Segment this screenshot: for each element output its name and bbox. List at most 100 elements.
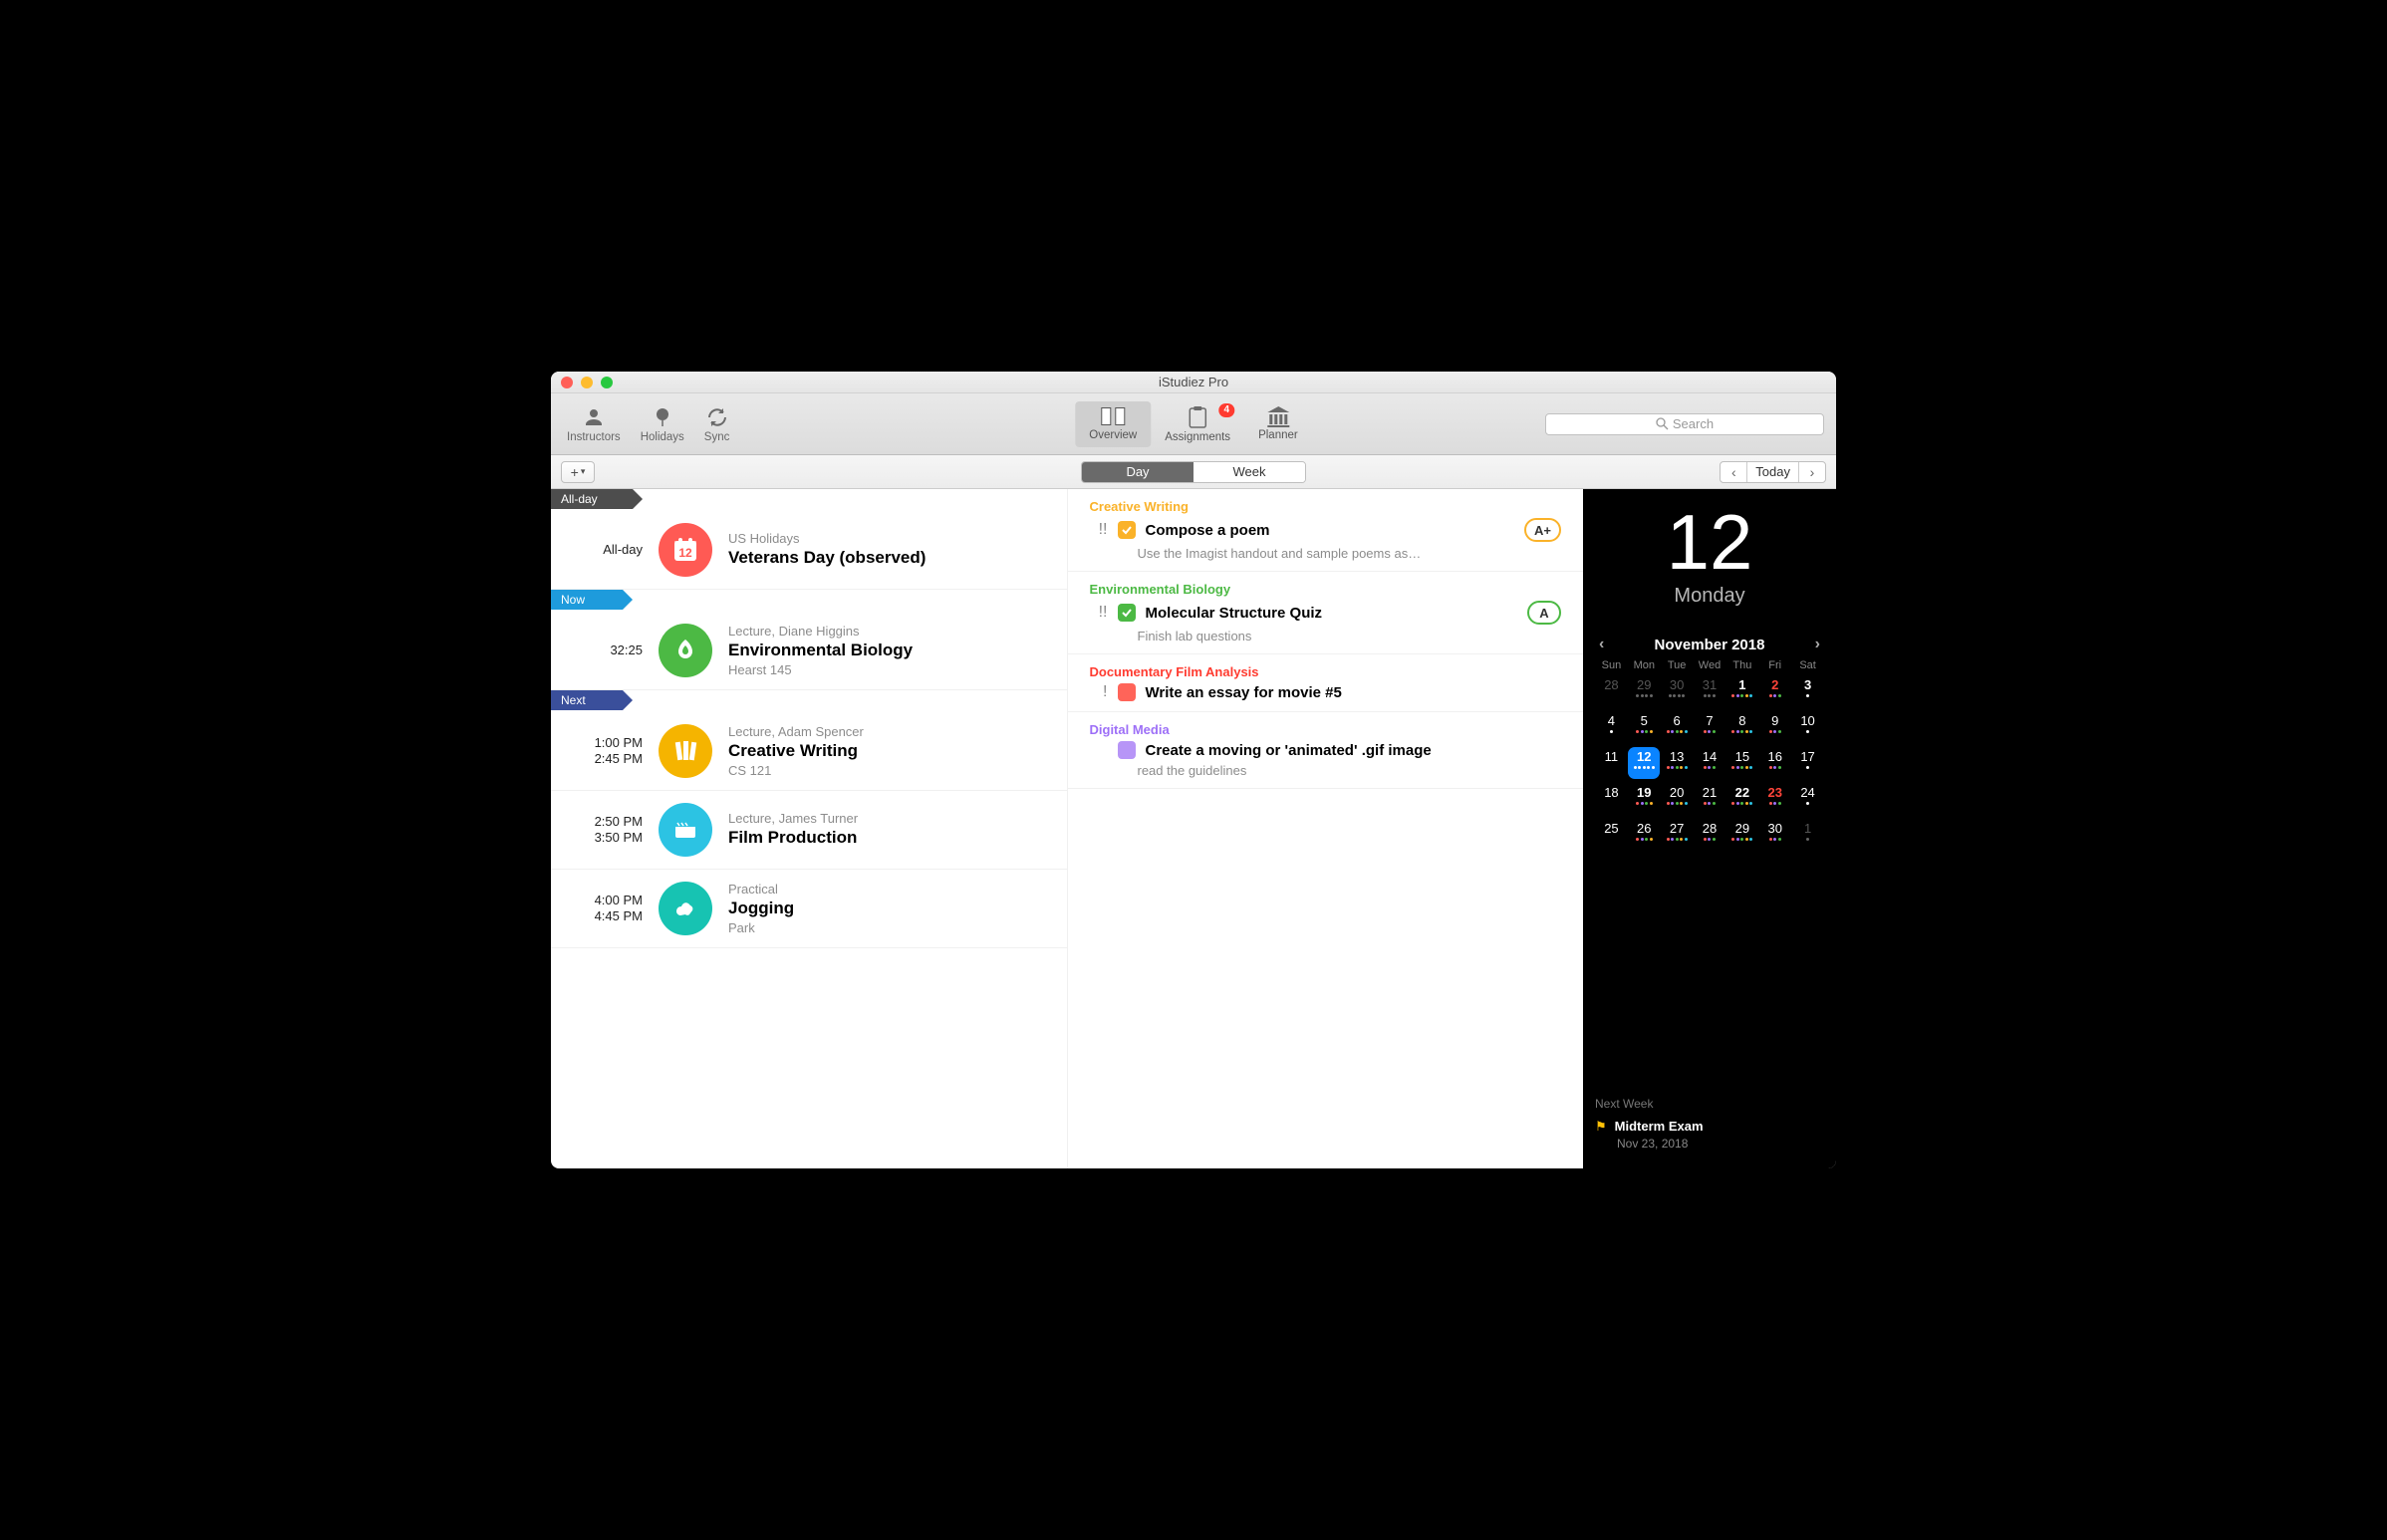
calendar-day[interactable]: 20	[1661, 783, 1693, 815]
calendar-day[interactable]: 4	[1595, 711, 1627, 743]
balloon-icon	[651, 405, 674, 429]
app-window: iStudiez Pro Instructors Holidays Sync	[551, 372, 1836, 1168]
event-time: 4:00 PM4:45 PM	[569, 893, 643, 925]
assignment-course: Documentary Film Analysis	[1090, 664, 1562, 679]
calendar-day[interactable]: 30	[1661, 675, 1693, 707]
calendar-day[interactable]: 22	[1726, 783, 1758, 815]
calendar-day[interactable]: 29	[1628, 675, 1660, 707]
toolbar-label: Instructors	[567, 431, 621, 443]
dow-label: Tue	[1661, 659, 1694, 671]
assignment-course: Digital Media	[1090, 722, 1562, 737]
book-icon	[1099, 405, 1127, 427]
calendar-day[interactable]: 18	[1595, 783, 1627, 815]
event-icon: 12	[659, 523, 712, 577]
calendar-day[interactable]: 29	[1726, 819, 1758, 851]
next-week-item[interactable]: ⚑ Midterm Exam	[1595, 1119, 1824, 1135]
toolbar-instructors[interactable]: Instructors	[563, 401, 625, 447]
calendar-day[interactable]: 14	[1694, 747, 1725, 779]
today-nav: ‹ Today ›	[1720, 461, 1826, 483]
calendar-day[interactable]: 27	[1661, 819, 1693, 851]
calendar-day[interactable]: 23	[1759, 783, 1791, 815]
calendar-day[interactable]: 2	[1759, 675, 1791, 707]
event-location: Park	[728, 920, 1049, 935]
schedule-event[interactable]: 4:00 PM4:45 PM Practical Jogging Park	[551, 870, 1067, 948]
assignment-note: Finish lab questions	[1138, 629, 1562, 643]
calendar-day[interactable]: 13	[1661, 747, 1693, 779]
search-input[interactable]: Search	[1545, 413, 1824, 435]
toolbar-holidays[interactable]: Holidays	[637, 401, 688, 447]
event-title: Creative Writing	[728, 741, 1049, 761]
calendar-day[interactable]: 21	[1694, 783, 1725, 815]
calendar-day[interactable]: 19	[1628, 783, 1660, 815]
schedule-event[interactable]: All-day 12 US Holidays Veterans Day (obs…	[551, 511, 1067, 590]
calendar-day[interactable]: 24	[1792, 783, 1824, 815]
calendar-day[interactable]: 3	[1792, 675, 1824, 707]
assignment-item[interactable]: Digital Media Create a moving or 'animat…	[1068, 712, 1584, 789]
calendar-grid: 2829303112345678910111213141516171819202…	[1595, 675, 1824, 851]
assignment-checkbox[interactable]	[1118, 683, 1136, 701]
clipboard-icon	[1187, 405, 1208, 429]
tab-planner[interactable]: Planner	[1244, 401, 1312, 447]
tab-assignments[interactable]: 4 Assignments	[1151, 401, 1244, 447]
assignment-item[interactable]: Creative Writing !! Compose a poem A+ Us…	[1068, 489, 1584, 572]
assignment-note: Use the Imagist handout and sample poems…	[1138, 546, 1562, 561]
assignment-item[interactable]: Documentary Film Analysis ! Write an ess…	[1068, 654, 1584, 712]
toolbar: Instructors Holidays Sync Overview	[551, 393, 1836, 455]
event-time: 32:25	[569, 642, 643, 658]
dow-label: Thu	[1725, 659, 1758, 671]
schedule-event[interactable]: 2:50 PM3:50 PM Lecture, James Turner Fil…	[551, 791, 1067, 870]
prev-month-button[interactable]: ‹	[1599, 636, 1604, 653]
tab-overview[interactable]: Overview	[1075, 401, 1151, 447]
calendar-day[interactable]: 28	[1595, 675, 1627, 707]
calendar-day[interactable]: 6	[1661, 711, 1693, 743]
toolbar-label: Holidays	[641, 431, 684, 443]
person-icon	[582, 405, 606, 429]
next-week-heading: Next Week	[1595, 1097, 1824, 1111]
assignment-checkbox[interactable]	[1118, 741, 1136, 759]
prev-day-button[interactable]: ‹	[1721, 462, 1746, 482]
calendar-day[interactable]: 9	[1759, 711, 1791, 743]
calendar-day[interactable]: 30	[1759, 819, 1791, 851]
toolbar-sync[interactable]: Sync	[700, 401, 734, 447]
event-subtitle: US Holidays	[728, 531, 1049, 546]
calendar-day[interactable]: 10	[1792, 711, 1824, 743]
event-subtitle: Lecture, James Turner	[728, 811, 1049, 826]
assignment-item[interactable]: Environmental Biology !! Molecular Struc…	[1068, 572, 1584, 654]
calendar-day[interactable]: 28	[1694, 819, 1725, 851]
sync-icon	[705, 405, 729, 429]
calendar-day[interactable]: 17	[1792, 747, 1824, 779]
assignments-column: Creative Writing !! Compose a poem A+ Us…	[1068, 489, 1584, 1168]
seg-week[interactable]: Week	[1194, 462, 1305, 482]
calendar-day[interactable]: 25	[1595, 819, 1627, 851]
assignment-checkbox[interactable]	[1118, 604, 1136, 622]
calendar-day[interactable]: 12	[1628, 747, 1660, 779]
schedule-event[interactable]: 1:00 PM2:45 PM Lecture, Adam Spencer Cre…	[551, 712, 1067, 791]
event-icon	[659, 803, 712, 857]
section-ribbon: All-day	[551, 489, 1067, 511]
calendar-day[interactable]: 7	[1694, 711, 1725, 743]
dow-label: Mon	[1628, 659, 1661, 671]
schedule-event[interactable]: 32:25 Lecture, Diane Higgins Environment…	[551, 612, 1067, 690]
calendar-day[interactable]: 1	[1726, 675, 1758, 707]
next-month-button[interactable]: ›	[1815, 636, 1820, 653]
add-button[interactable]: + ▾	[561, 461, 595, 483]
calendar-day[interactable]: 5	[1628, 711, 1660, 743]
priority-indicator: !	[1090, 683, 1108, 701]
event-time: All-day	[569, 542, 643, 558]
assignment-checkbox[interactable]	[1118, 521, 1136, 539]
assignment-grade: A+	[1524, 518, 1561, 542]
calendar-day[interactable]: 8	[1726, 711, 1758, 743]
titlebar: iStudiez Pro	[551, 372, 1836, 393]
event-title: Environmental Biology	[728, 641, 1049, 660]
calendar-day[interactable]: 16	[1759, 747, 1791, 779]
calendar-day[interactable]: 15	[1726, 747, 1758, 779]
calendar-day[interactable]: 26	[1628, 819, 1660, 851]
seg-day[interactable]: Day	[1082, 462, 1194, 482]
calendar-day[interactable]: 11	[1595, 747, 1627, 779]
priority-indicator: !!	[1090, 604, 1108, 622]
dow-label: Fri	[1758, 659, 1791, 671]
calendar-day[interactable]: 31	[1694, 675, 1725, 707]
calendar-day[interactable]: 1	[1792, 819, 1824, 851]
today-button[interactable]: Today	[1746, 462, 1799, 482]
next-day-button[interactable]: ›	[1799, 462, 1825, 482]
